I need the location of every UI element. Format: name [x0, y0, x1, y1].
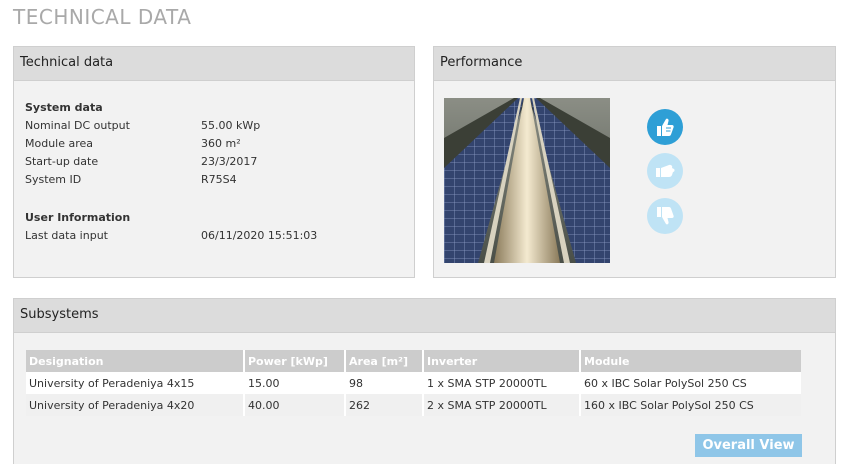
- kv-row-nominal-dc-output: Nominal DC output 55.00 kWp: [25, 117, 395, 135]
- cell-module: 60 x IBC Solar PolySol 250 CS: [580, 372, 801, 394]
- table-header-row: Designation Power [kWp] Area [m²] Invert…: [26, 350, 801, 372]
- column-header-designation: Designation: [26, 350, 245, 372]
- table-row: University of Peradeniya 4x15 15.00 98 1…: [26, 372, 801, 394]
- column-header-power: Power [kWp]: [244, 350, 346, 372]
- kv-value: 23/3/2017: [201, 155, 258, 168]
- solar-panel-photo: [444, 98, 610, 263]
- kv-value: 55.00 kWp: [201, 119, 261, 132]
- subsystems-table: Designation Power [kWp] Area [m²] Invert…: [26, 350, 801, 416]
- kv-label: Module area: [25, 137, 94, 150]
- kv-label: Last data input: [25, 229, 108, 242]
- performance-header: Performance: [434, 47, 835, 81]
- thumbs-neutral-icon[interactable]: [647, 153, 683, 189]
- thumbs-down-icon[interactable]: [647, 198, 683, 234]
- table-row: University of Peradeniya 4x20 40.00 262 …: [26, 394, 801, 416]
- cell-designation: University of Peradeniya 4x20: [26, 394, 245, 416]
- kv-row-module-area: Module area 360 m²: [25, 135, 395, 153]
- kv-row-last-data-input: Last data input 06/11/2020 15:51:03: [25, 227, 395, 245]
- cell-inverter: 1 x SMA STP 20000TL: [423, 372, 581, 394]
- technical-data-panel: Technical data System data Nominal DC ou…: [13, 46, 415, 278]
- thumbs-up-icon[interactable]: [647, 109, 683, 145]
- kv-row-start-up-date: Start-up date 23/3/2017: [25, 153, 395, 171]
- overall-view-button[interactable]: Overall View: [695, 434, 802, 457]
- page-title: TECHNICAL DATA: [13, 5, 192, 29]
- column-header-inverter: Inverter: [423, 350, 581, 372]
- performance-panel: Performance: [433, 46, 836, 278]
- technical-data-header: Technical data: [14, 47, 414, 81]
- kv-value: 360 m²: [201, 137, 241, 150]
- cell-area: 98: [345, 372, 424, 394]
- cell-power: 15.00: [244, 372, 346, 394]
- cell-inverter: 2 x SMA STP 20000TL: [423, 394, 581, 416]
- kv-label: System ID: [25, 173, 82, 186]
- column-header-module: Module: [580, 350, 801, 372]
- kv-value: 06/11/2020 15:51:03: [201, 229, 318, 242]
- kv-value: R75S4: [201, 173, 237, 186]
- column-header-area: Area [m²]: [345, 350, 424, 372]
- kv-label: Start-up date: [25, 155, 99, 168]
- system-data-heading: System data: [25, 101, 103, 114]
- subsystems-header: Subsystems: [14, 299, 835, 333]
- cell-module: 160 x IBC Solar PolySol 250 CS: [580, 394, 801, 416]
- kv-row-system-id: System ID R75S4: [25, 171, 395, 189]
- cell-designation: University of Peradeniya 4x15: [26, 372, 245, 394]
- system-data-section: System data Nominal DC output 55.00 kWp …: [25, 99, 395, 189]
- kv-label: Nominal DC output: [25, 119, 130, 132]
- subsystems-panel: Subsystems Designation Power [kWp] Area …: [13, 298, 836, 464]
- cell-area: 262: [345, 394, 424, 416]
- cell-power: 40.00: [244, 394, 346, 416]
- user-information-section: User Information Last data input 06/11/2…: [25, 209, 395, 245]
- user-information-heading: User Information: [25, 211, 131, 224]
